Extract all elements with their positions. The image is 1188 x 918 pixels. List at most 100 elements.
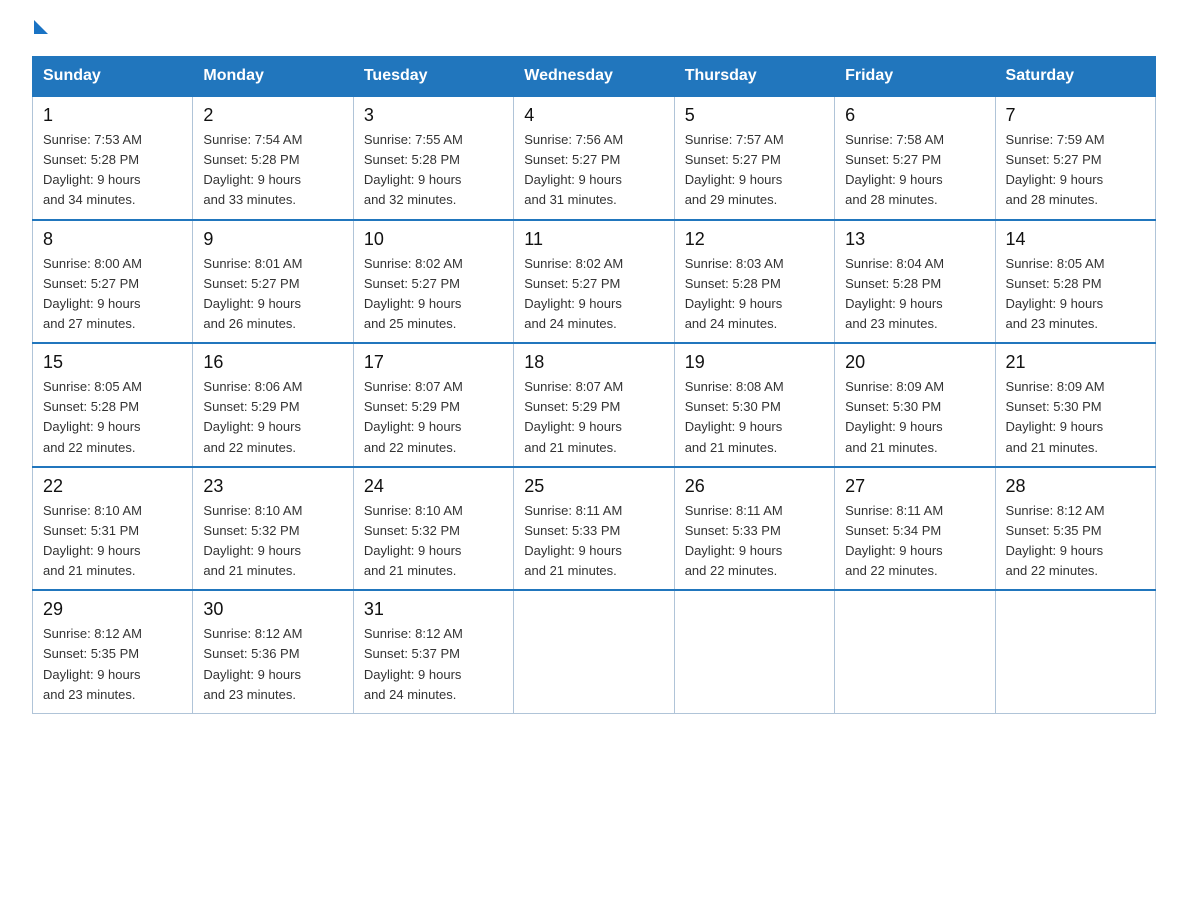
calendar-cell: 19 Sunrise: 8:08 AMSunset: 5:30 PMDayligh… (674, 343, 834, 467)
day-info: Sunrise: 8:02 AMSunset: 5:27 PMDaylight:… (524, 254, 663, 335)
day-info: Sunrise: 8:10 AMSunset: 5:31 PMDaylight:… (43, 501, 182, 582)
day-info: Sunrise: 7:57 AMSunset: 5:27 PMDaylight:… (685, 130, 824, 211)
day-info: Sunrise: 7:59 AMSunset: 5:27 PMDaylight:… (1006, 130, 1145, 211)
calendar-cell: 7 Sunrise: 7:59 AMSunset: 5:27 PMDaylight… (995, 96, 1155, 220)
day-number: 22 (43, 476, 182, 497)
calendar-cell: 15 Sunrise: 8:05 AMSunset: 5:28 PMDayligh… (33, 343, 193, 467)
day-number: 20 (845, 352, 984, 373)
calendar-cell: 29 Sunrise: 8:12 AMSunset: 5:35 PMDayligh… (33, 590, 193, 713)
calendar-cell: 26 Sunrise: 8:11 AMSunset: 5:33 PMDayligh… (674, 467, 834, 591)
calendar-cell: 12 Sunrise: 8:03 AMSunset: 5:28 PMDayligh… (674, 220, 834, 344)
calendar-cell: 9Sunrise: 8:01 AMSunset: 5:27 PMDaylight… (193, 220, 353, 344)
week-row-1: 1 Sunrise: 7:53 AMSunset: 5:28 PMDaylight… (33, 96, 1156, 220)
day-number: 23 (203, 476, 342, 497)
weekday-header-monday: Monday (193, 57, 353, 97)
calendar-cell: 25Sunrise: 8:11 AMSunset: 5:33 PMDayligh… (514, 467, 674, 591)
day-info: Sunrise: 7:53 AMSunset: 5:28 PMDaylight:… (43, 130, 182, 211)
day-number: 18 (524, 352, 663, 373)
calendar-cell: 3 Sunrise: 7:55 AMSunset: 5:28 PMDaylight… (353, 96, 513, 220)
calendar-cell: 24 Sunrise: 8:10 AMSunset: 5:32 PMDayligh… (353, 467, 513, 591)
calendar-cell (995, 590, 1155, 713)
calendar-cell (835, 590, 995, 713)
calendar-cell: 20Sunrise: 8:09 AMSunset: 5:30 PMDayligh… (835, 343, 995, 467)
calendar-cell: 22 Sunrise: 8:10 AMSunset: 5:31 PMDayligh… (33, 467, 193, 591)
calendar-cell: 18 Sunrise: 8:07 AMSunset: 5:29 PMDayligh… (514, 343, 674, 467)
page-header (32, 24, 1156, 38)
calendar-cell: 5 Sunrise: 7:57 AMSunset: 5:27 PMDaylight… (674, 96, 834, 220)
day-info: Sunrise: 8:12 AMSunset: 5:36 PMDaylight:… (203, 624, 342, 705)
calendar-cell: 23 Sunrise: 8:10 AMSunset: 5:32 PMDayligh… (193, 467, 353, 591)
day-number: 10 (364, 229, 503, 250)
calendar-cell: 10Sunrise: 8:02 AMSunset: 5:27 PMDayligh… (353, 220, 513, 344)
calendar-cell: 2Sunrise: 7:54 AMSunset: 5:28 PMDaylight… (193, 96, 353, 220)
calendar-cell: 4 Sunrise: 7:56 AMSunset: 5:27 PMDaylight… (514, 96, 674, 220)
weekday-header-thursday: Thursday (674, 57, 834, 97)
calendar-cell: 16 Sunrise: 8:06 AMSunset: 5:29 PMDayligh… (193, 343, 353, 467)
day-number: 21 (1006, 352, 1145, 373)
day-info: Sunrise: 8:10 AMSunset: 5:32 PMDaylight:… (203, 501, 342, 582)
day-number: 13 (845, 229, 984, 250)
day-info: Sunrise: 7:55 AMSunset: 5:28 PMDaylight:… (364, 130, 503, 211)
calendar-cell: 14Sunrise: 8:05 AMSunset: 5:28 PMDayligh… (995, 220, 1155, 344)
day-number: 29 (43, 599, 182, 620)
day-number: 27 (845, 476, 984, 497)
day-number: 4 (524, 105, 663, 126)
day-info: Sunrise: 8:12 AMSunset: 5:37 PMDaylight:… (364, 624, 503, 705)
day-info: Sunrise: 8:08 AMSunset: 5:30 PMDaylight:… (685, 377, 824, 458)
day-number: 11 (524, 229, 663, 250)
day-info: Sunrise: 8:00 AMSunset: 5:27 PMDaylight:… (43, 254, 182, 335)
day-number: 19 (685, 352, 824, 373)
day-number: 16 (203, 352, 342, 373)
calendar-cell (514, 590, 674, 713)
day-number: 17 (364, 352, 503, 373)
day-number: 28 (1006, 476, 1145, 497)
day-info: Sunrise: 8:06 AMSunset: 5:29 PMDaylight:… (203, 377, 342, 458)
week-row-5: 29 Sunrise: 8:12 AMSunset: 5:35 PMDayligh… (33, 590, 1156, 713)
calendar-cell: 17 Sunrise: 8:07 AMSunset: 5:29 PMDayligh… (353, 343, 513, 467)
day-number: 8 (43, 229, 182, 250)
day-number: 30 (203, 599, 342, 620)
day-info: Sunrise: 7:54 AMSunset: 5:28 PMDaylight:… (203, 130, 342, 211)
day-number: 26 (685, 476, 824, 497)
day-info: Sunrise: 8:11 AMSunset: 5:34 PMDaylight:… (845, 501, 984, 582)
weekday-header-tuesday: Tuesday (353, 57, 513, 97)
calendar-cell: 13 Sunrise: 8:04 AMSunset: 5:28 PMDayligh… (835, 220, 995, 344)
weekday-header-saturday: Saturday (995, 57, 1155, 97)
day-number: 25 (524, 476, 663, 497)
day-number: 6 (845, 105, 984, 126)
week-row-3: 15 Sunrise: 8:05 AMSunset: 5:28 PMDayligh… (33, 343, 1156, 467)
calendar-cell: 27 Sunrise: 8:11 AMSunset: 5:34 PMDayligh… (835, 467, 995, 591)
day-info: Sunrise: 7:58 AMSunset: 5:27 PMDaylight:… (845, 130, 984, 211)
day-info: Sunrise: 8:11 AMSunset: 5:33 PMDaylight:… (685, 501, 824, 582)
calendar-cell: 28Sunrise: 8:12 AMSunset: 5:35 PMDayligh… (995, 467, 1155, 591)
day-number: 1 (43, 105, 182, 126)
day-info: Sunrise: 8:03 AMSunset: 5:28 PMDaylight:… (685, 254, 824, 335)
day-info: Sunrise: 8:07 AMSunset: 5:29 PMDaylight:… (524, 377, 663, 458)
calendar-cell: 30 Sunrise: 8:12 AMSunset: 5:36 PMDayligh… (193, 590, 353, 713)
week-row-4: 22 Sunrise: 8:10 AMSunset: 5:31 PMDayligh… (33, 467, 1156, 591)
day-number: 7 (1006, 105, 1145, 126)
day-number: 15 (43, 352, 182, 373)
day-number: 9 (203, 229, 342, 250)
day-number: 5 (685, 105, 824, 126)
day-info: Sunrise: 8:10 AMSunset: 5:32 PMDaylight:… (364, 501, 503, 582)
day-info: Sunrise: 8:05 AMSunset: 5:28 PMDaylight:… (43, 377, 182, 458)
calendar-cell: 6 Sunrise: 7:58 AMSunset: 5:27 PMDaylight… (835, 96, 995, 220)
day-number: 24 (364, 476, 503, 497)
calendar-cell: 8 Sunrise: 8:00 AMSunset: 5:27 PMDaylight… (33, 220, 193, 344)
weekday-header-sunday: Sunday (33, 57, 193, 97)
day-number: 31 (364, 599, 503, 620)
day-number: 12 (685, 229, 824, 250)
day-info: Sunrise: 8:09 AMSunset: 5:30 PMDaylight:… (1006, 377, 1145, 458)
day-number: 3 (364, 105, 503, 126)
day-info: Sunrise: 7:56 AMSunset: 5:27 PMDaylight:… (524, 130, 663, 211)
calendar-cell: 21 Sunrise: 8:09 AMSunset: 5:30 PMDayligh… (995, 343, 1155, 467)
day-info: Sunrise: 8:12 AMSunset: 5:35 PMDaylight:… (43, 624, 182, 705)
week-row-2: 8 Sunrise: 8:00 AMSunset: 5:27 PMDaylight… (33, 220, 1156, 344)
day-info: Sunrise: 8:04 AMSunset: 5:28 PMDaylight:… (845, 254, 984, 335)
calendar-cell: 11 Sunrise: 8:02 AMSunset: 5:27 PMDayligh… (514, 220, 674, 344)
day-number: 14 (1006, 229, 1145, 250)
day-info: Sunrise: 8:07 AMSunset: 5:29 PMDaylight:… (364, 377, 503, 458)
calendar-cell (674, 590, 834, 713)
weekday-header-wednesday: Wednesday (514, 57, 674, 97)
